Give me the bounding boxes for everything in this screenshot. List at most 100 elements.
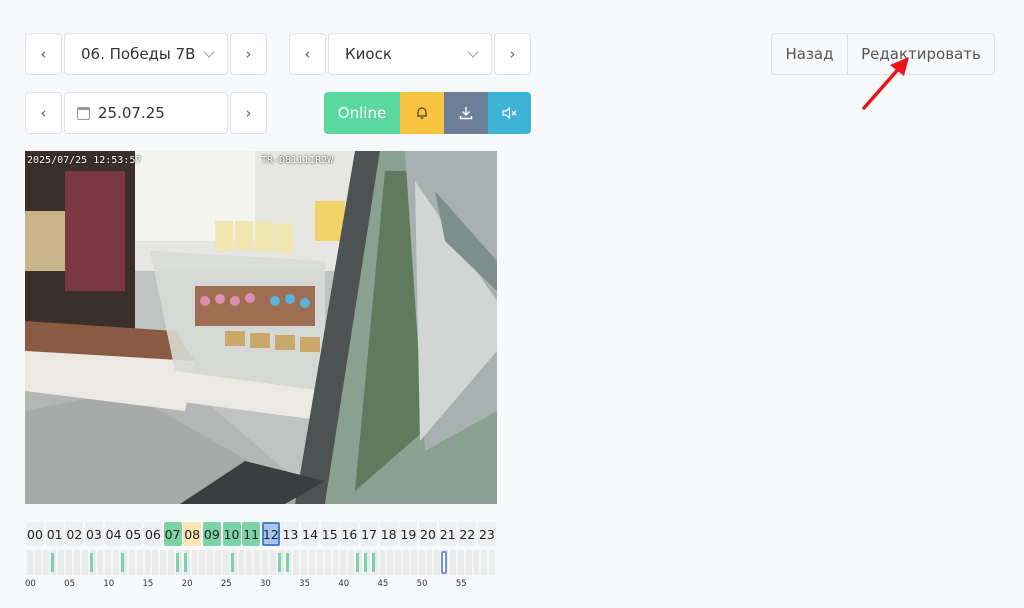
online-button[interactable]: Online xyxy=(324,92,400,134)
minute-event-marker[interactable] xyxy=(363,553,367,572)
hour-12[interactable]: 12 xyxy=(261,522,280,546)
minute-timeline[interactable] xyxy=(25,550,495,575)
hour-04[interactable]: 04 xyxy=(104,522,123,546)
hour-17[interactable]: 17 xyxy=(360,522,379,546)
download-icon xyxy=(459,107,473,120)
hour-02[interactable]: 02 xyxy=(65,522,84,546)
back-button[interactable]: Назад xyxy=(771,33,848,75)
minute-divider xyxy=(416,550,419,575)
download-button[interactable] xyxy=(444,92,488,134)
prev-date-button[interactable]: ‹ xyxy=(25,92,62,134)
minute-divider xyxy=(377,550,380,575)
minute-divider xyxy=(244,550,247,575)
hour-19[interactable]: 19 xyxy=(399,522,418,546)
hour-09[interactable]: 09 xyxy=(202,522,221,546)
camera-video-frame[interactable]: 2025/07/25 12:53:57 TR-D8111IR2W xyxy=(25,151,497,504)
hour-05[interactable]: 05 xyxy=(124,522,143,546)
minute-label: 35 xyxy=(299,579,310,589)
location-select-value: 06. Победы 7В xyxy=(81,45,196,63)
minute-event-marker[interactable] xyxy=(89,553,93,572)
minute-divider xyxy=(220,550,223,575)
hour-20[interactable]: 20 xyxy=(419,522,437,546)
hour-08[interactable]: 08 xyxy=(183,522,202,546)
date-value: 25.07.25 xyxy=(98,104,165,122)
calendar-icon xyxy=(77,106,90,120)
minute-event-marker[interactable] xyxy=(230,553,234,572)
minute-divider xyxy=(103,550,106,575)
hour-01[interactable]: 01 xyxy=(45,522,64,546)
minute-divider xyxy=(479,550,482,575)
location-select[interactable]: 06. Победы 7В xyxy=(64,33,228,75)
hour-07[interactable]: 07 xyxy=(163,522,182,546)
minute-divider xyxy=(322,550,325,575)
chevron-down-icon xyxy=(203,46,215,58)
minute-divider xyxy=(213,550,215,575)
minute-divider xyxy=(64,550,67,575)
hour-13[interactable]: 13 xyxy=(281,522,300,546)
minute-divider xyxy=(79,550,82,575)
minute-divider xyxy=(307,550,309,575)
minute-divider xyxy=(385,550,388,575)
mute-button[interactable] xyxy=(488,92,531,134)
hour-22[interactable]: 22 xyxy=(458,522,477,546)
date-picker[interactable]: 25.07.25 xyxy=(64,92,228,134)
minute-divider xyxy=(252,550,255,575)
minute-divider xyxy=(338,550,341,575)
minute-divider xyxy=(126,550,129,575)
minute-event-marker[interactable] xyxy=(175,553,179,572)
minute-event-marker[interactable] xyxy=(371,553,375,572)
minute-divider xyxy=(487,550,490,575)
hour-10[interactable]: 10 xyxy=(222,522,241,546)
hour-03[interactable]: 03 xyxy=(84,522,103,546)
camera-select-value: Киоск xyxy=(345,45,392,63)
minute-event-marker[interactable] xyxy=(356,553,359,572)
hour-15[interactable]: 15 xyxy=(320,522,339,546)
minute-divider xyxy=(291,550,294,575)
hour-06[interactable]: 06 xyxy=(143,522,162,546)
hour-21[interactable]: 21 xyxy=(438,522,457,546)
next-date-button[interactable]: › xyxy=(230,92,267,134)
minute-label: 10 xyxy=(103,579,115,589)
minute-label: 40 xyxy=(338,579,350,589)
minute-event-marker[interactable] xyxy=(50,553,54,572)
online-label: Online xyxy=(337,104,387,122)
minute-divider xyxy=(142,550,145,575)
minute-divider xyxy=(393,550,396,575)
minute-divider xyxy=(32,550,35,575)
camera-select[interactable]: Киоск xyxy=(328,33,492,75)
prev-camera-button[interactable]: ‹ xyxy=(289,33,326,75)
minute-event-marker[interactable] xyxy=(183,553,187,572)
minute-label: 15 xyxy=(142,579,154,589)
minute-divider xyxy=(72,550,74,575)
chevron-left-icon: ‹ xyxy=(304,45,311,63)
chevron-down-icon xyxy=(467,46,479,58)
notifications-button[interactable] xyxy=(400,92,444,134)
minute-label: 20 xyxy=(181,579,193,589)
hour-16[interactable]: 16 xyxy=(340,522,359,546)
current-minute-marker[interactable] xyxy=(441,551,448,574)
minute-label: 05 xyxy=(64,579,75,589)
camera-timestamp: 2025/07/25 12:53:57 xyxy=(27,155,142,166)
hour-18[interactable]: 18 xyxy=(379,522,398,546)
hour-23[interactable]: 23 xyxy=(477,522,496,546)
camera-id: TR-D8111IR2W xyxy=(261,155,334,166)
speaker-mute-icon xyxy=(501,106,516,120)
minute-divider xyxy=(471,550,474,575)
chevron-left-icon: ‹ xyxy=(40,45,47,63)
hour-14[interactable]: 14 xyxy=(301,522,320,546)
minute-divider xyxy=(408,550,411,575)
minute-event-marker[interactable] xyxy=(285,553,289,572)
minute-event-marker[interactable] xyxy=(121,553,124,572)
red-arrow-annotation xyxy=(862,57,909,110)
minute-divider xyxy=(95,550,98,575)
minute-label: 50 xyxy=(416,579,428,589)
prev-location-button[interactable]: ‹ xyxy=(25,33,62,75)
hour-00[interactable]: 00 xyxy=(26,522,44,546)
minute-event-marker[interactable] xyxy=(277,553,281,572)
next-camera-button[interactable]: › xyxy=(494,33,531,75)
chevron-left-icon: ‹ xyxy=(40,104,47,122)
hour-11[interactable]: 11 xyxy=(242,522,261,546)
minute-divider xyxy=(424,550,427,575)
next-location-button[interactable]: › xyxy=(230,33,267,75)
minute-divider xyxy=(189,550,192,575)
